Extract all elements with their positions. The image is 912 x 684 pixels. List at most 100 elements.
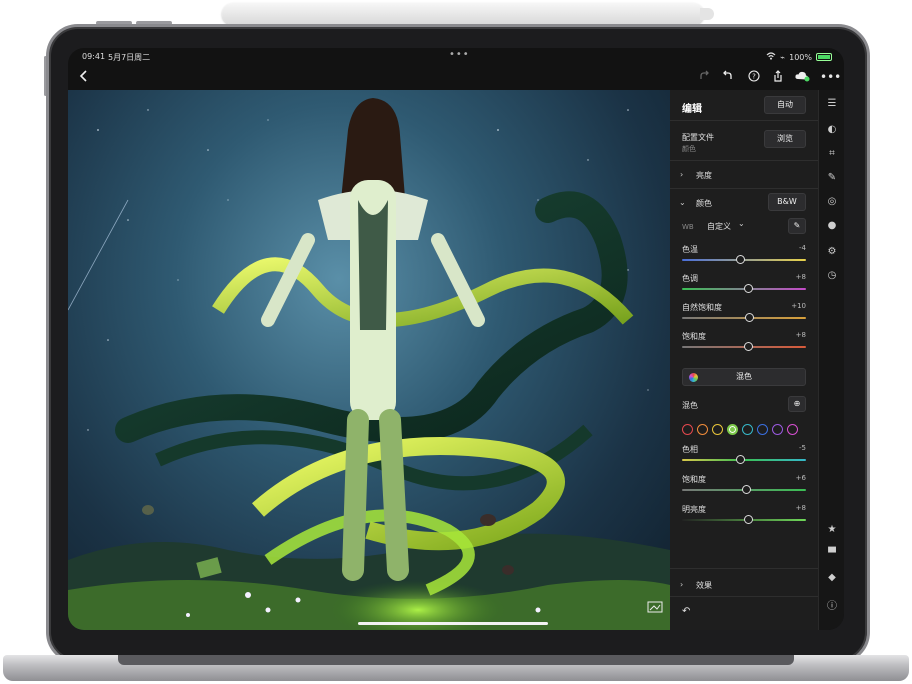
effects-section-label[interactable]: 效果 <box>696 580 712 591</box>
multitask-dots-icon[interactable]: ••• <box>449 49 470 60</box>
edit-title: 编辑 <box>682 104 702 115</box>
mask-icon[interactable]: ◐ <box>824 124 840 135</box>
browse-button[interactable]: 浏览 <box>764 130 806 148</box>
chevron-right-icon[interactable]: › <box>680 580 683 589</box>
tag-icon[interactable]: ◆ <box>824 572 840 583</box>
slider-label: 色相 <box>682 445 698 454</box>
auto-button[interactable]: 自动 <box>764 96 806 114</box>
slider-track[interactable] <box>682 515 806 524</box>
keyboard-hinge <box>118 655 794 665</box>
droplet-icon[interactable]: ● <box>824 220 840 231</box>
slider-label: 色温 <box>682 245 698 254</box>
profile-label: 配置文件 <box>682 133 714 142</box>
slider-label: 色调 <box>682 274 698 283</box>
help-icon[interactable]: ? <box>746 70 762 85</box>
photo-canvas[interactable] <box>68 90 670 630</box>
mix-label: 混色 <box>682 401 698 410</box>
slider-track[interactable] <box>682 485 806 494</box>
pencil-status-icon: ⌁ <box>780 52 786 62</box>
slider-knob[interactable] <box>736 455 746 464</box>
top-toolbar: ? ••• <box>68 66 844 90</box>
wb-dropdown[interactable]: 自定义 <box>707 221 731 232</box>
slider-knob[interactable] <box>743 342 753 351</box>
slider-label: 明亮度 <box>682 505 706 514</box>
more-icon[interactable]: ••• <box>820 70 841 84</box>
eyedropper-icon[interactable]: ✎ <box>788 218 806 234</box>
color-swatch[interactable] <box>757 424 768 435</box>
color-swatch[interactable] <box>712 424 723 435</box>
color-swatch[interactable] <box>742 424 753 435</box>
slider-value: -4 <box>799 244 806 252</box>
slider-knob[interactable] <box>743 284 753 293</box>
undo-arrow-icon[interactable]: ↶ <box>682 606 690 617</box>
divider <box>670 160 818 161</box>
wb-label: WB <box>682 223 694 231</box>
slider-knob[interactable] <box>742 485 752 494</box>
mix-button[interactable]: 混色 <box>682 368 806 386</box>
redo-icon[interactable] <box>696 70 712 85</box>
svg-text:?: ? <box>752 73 756 81</box>
light-section-label[interactable]: 亮度 <box>696 170 712 181</box>
filter-icon[interactable]: ◎ <box>824 196 840 207</box>
color-swatch[interactable] <box>697 424 708 435</box>
wifi-icon <box>766 52 776 62</box>
slider-value: -5 <box>799 444 806 452</box>
color-swatches <box>682 424 798 435</box>
color-swatch[interactable] <box>727 424 738 435</box>
chevron-down-icon[interactable]: ⌄ <box>738 219 745 228</box>
mix-button-label: 混色 <box>736 372 752 381</box>
slider-knob[interactable] <box>736 255 746 264</box>
status-time: 09:41 <box>82 52 106 61</box>
color-section-label[interactable]: 颜色 <box>696 198 712 209</box>
chevron-right-icon[interactable]: › <box>680 170 683 179</box>
divider <box>670 188 818 189</box>
slider-knob[interactable] <box>743 515 753 524</box>
battery-icon <box>816 53 832 61</box>
status-right: ⌁ 100% <box>766 52 832 62</box>
status-date: 5月7日周二 <box>108 53 151 62</box>
history-icon[interactable]: ◷ <box>824 270 840 281</box>
screen: 09:41 5月7日周二 ••• ⌁ 100% ? ••• 编辑 自动 配置文件… <box>68 48 844 630</box>
slider-value: +8 <box>795 273 806 281</box>
slider-track[interactable] <box>682 342 806 351</box>
chevron-left-icon[interactable] <box>76 70 92 85</box>
slider-label: 饱和度 <box>682 332 706 341</box>
slider-knob[interactable] <box>744 313 754 322</box>
sliders-icon[interactable]: ☰ <box>824 98 840 109</box>
divider <box>670 120 818 121</box>
slider-value: +10 <box>791 302 806 310</box>
slider-track[interactable] <box>682 255 806 264</box>
presets-icon[interactable]: ⚙ <box>824 246 840 257</box>
cloud-sync-icon[interactable] <box>794 70 810 85</box>
slider-value: +6 <box>795 474 806 482</box>
healing-icon[interactable]: ✎ <box>824 172 840 183</box>
slider-track[interactable] <box>682 313 806 322</box>
slider-track[interactable] <box>682 455 806 464</box>
color-swatch[interactable] <box>682 424 693 435</box>
bw-button[interactable]: B&W <box>768 193 806 211</box>
undo-icon[interactable] <box>720 70 736 85</box>
color-swatch[interactable] <box>772 424 783 435</box>
slider-track[interactable] <box>682 284 806 293</box>
slider-label: 饱和度 <box>682 475 706 484</box>
star-icon[interactable]: ★ <box>824 524 840 535</box>
share-icon[interactable] <box>770 70 786 85</box>
info-icon[interactable]: ⓘ <box>824 597 840 612</box>
battery-percent: 100% <box>789 52 812 62</box>
divider <box>670 568 818 569</box>
home-indicator[interactable] <box>358 622 548 625</box>
color-wheel-icon <box>689 373 698 382</box>
photo-artwork <box>68 98 670 630</box>
comment-icon[interactable]: ▀ <box>824 548 840 559</box>
apple-pencil <box>222 3 714 25</box>
target-adjust-icon[interactable]: ⊕ <box>788 396 806 412</box>
chevron-down-icon[interactable]: ⌄ <box>679 198 686 207</box>
tool-rail: ☰ ◐ ⌗ ✎ ◎ ● ⚙ ◷ ★ ▀ ◆ ⓘ <box>818 90 844 630</box>
crop-icon[interactable]: ⌗ <box>824 148 840 159</box>
edit-panel: 编辑 自动 配置文件 颜色 浏览 › 亮度 ⌄ 颜色 B&W WB 自定义 ⌄ … <box>670 90 818 630</box>
slider-label: 自然饱和度 <box>682 303 722 312</box>
slider-value: +8 <box>795 331 806 339</box>
profile-value: 颜色 <box>682 145 696 153</box>
color-swatch[interactable] <box>787 424 798 435</box>
slider-value: +8 <box>795 504 806 512</box>
